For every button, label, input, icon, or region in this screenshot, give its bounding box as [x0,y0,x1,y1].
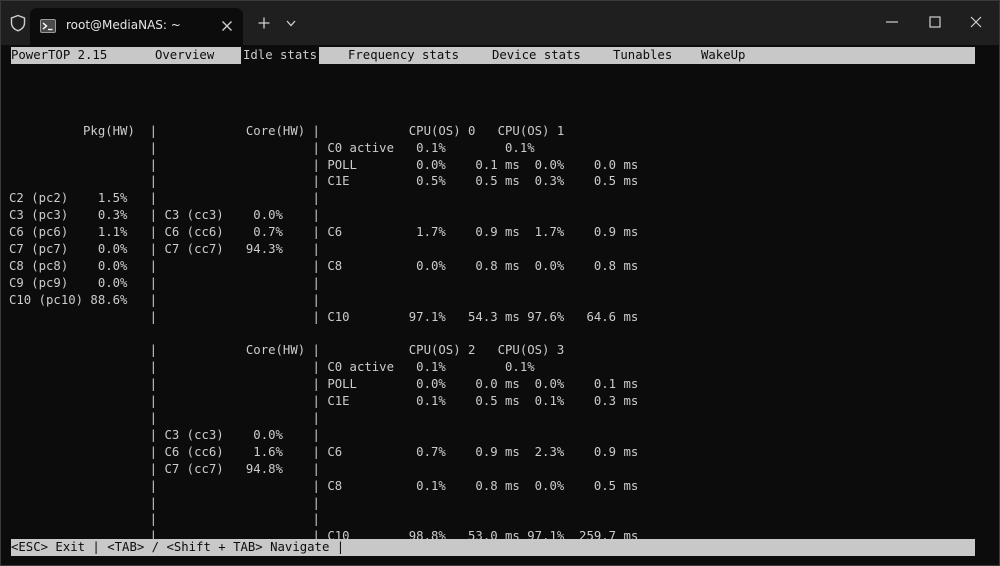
close-window-icon[interactable] [969,15,983,29]
tab-title: root@MediaNAS: ~ [66,18,181,32]
terminal-line: C9 (pc9) 0.0% | | [9,275,320,290]
terminal-line: C6 (pc6) 1.1% | C6 (cc6) 0.7% | C6 1.7% … [9,225,639,240]
terminal-line: | | POLL 0.0% 0.0 ms 0.0% 0.1 ms [9,377,639,392]
terminal-line: | | C8 0.1% 0.8 ms 0.0% 0.5 ms [9,478,639,493]
terminal-line: | Core(HW) | CPU(OS) 2 CPU(OS) 3 [9,343,565,358]
tab-frequency-stats[interactable]: Frequency stats [348,47,459,64]
terminal-line: | | [9,495,320,510]
terminal-line: C10 (pc10) 88.6% | | [9,292,320,307]
terminal-line: C3 (pc3) 0.3% | C3 (cc3) 0.0% | [9,208,320,223]
close-icon[interactable] [221,20,233,32]
terminal-line: | | C1E 0.1% 0.5 ms 0.1% 0.3 ms [9,394,639,409]
powertop-version: PowerTOP 2.15 [11,48,108,62]
tab-idle-stats[interactable]: Idle stats [241,47,320,64]
terminal-line: | C3 (cc3) 0.0% | [9,427,320,442]
tab-device-stats[interactable]: Device stats [492,47,581,64]
maximize-icon[interactable] [928,15,942,29]
terminal-line: | C6 (cc6) 1.6% | C6 0.7% 0.9 ms 2.3% 0.… [9,444,639,459]
title-bar: root@MediaNAS: ~ [1,1,999,45]
terminal-line: | | [9,512,320,527]
terminal-icon [40,19,56,33]
terminal-tab[interactable]: root@MediaNAS: ~ [30,8,243,45]
terminal-line: | C7 (cc7) 94.8% | [9,461,320,476]
terminal-line: | | POLL 0.0% 0.1 ms 0.0% 0.0 ms [9,157,639,172]
chevron-down-icon[interactable] [286,20,296,27]
terminal-line: Pkg(HW) | Core(HW) | CPU(OS) 0 CPU(OS) 1 [9,123,565,138]
shield-icon[interactable] [9,14,27,32]
terminal-line: | | [9,411,320,425]
status-text: <ESC> Exit | <TAB> / <Shift + TAB> Navig… [11,540,345,554]
powertop-tab-bar: PowerTOP 2.15 Overview Idle stats Freque… [11,47,975,64]
terminal-line: C7 (pc7) 0.0% | C7 (cc7) 94.3% | [9,242,320,256]
tab-overview[interactable]: Overview [155,47,214,64]
terminal-line: C2 (pc2) 1.5% | | [9,191,320,206]
terminal-line: | | C0 active 0.1% 0.1% [9,360,535,375]
minimize-icon[interactable] [885,15,899,29]
terminal-content[interactable]: PowerTOP 2.15 Overview Idle stats Freque… [9,45,975,559]
terminal-line: | | C10 97.1% 54.3 ms 97.6% 64.6 ms [9,309,639,324]
terminal-line: C8 (pc8) 0.0% | | C8 0.0% 0.8 ms 0.0% 0.… [9,258,639,273]
terminal-line: | | C1E 0.5% 0.5 ms 0.3% 0.5 ms [9,174,639,189]
plus-icon[interactable] [258,17,270,29]
tab-tunables[interactable]: Tunables [613,47,672,64]
tab-wakeup[interactable]: WakeUp [701,47,745,64]
status-bar: <ESC> Exit | <TAB> / <Shift + TAB> Navig… [11,539,975,556]
terminal-window: root@MediaNAS: ~ PowerTOP 2.15 Overview … [0,0,1000,566]
terminal-line: | | C0 active 0.1% 0.1% [9,140,535,155]
